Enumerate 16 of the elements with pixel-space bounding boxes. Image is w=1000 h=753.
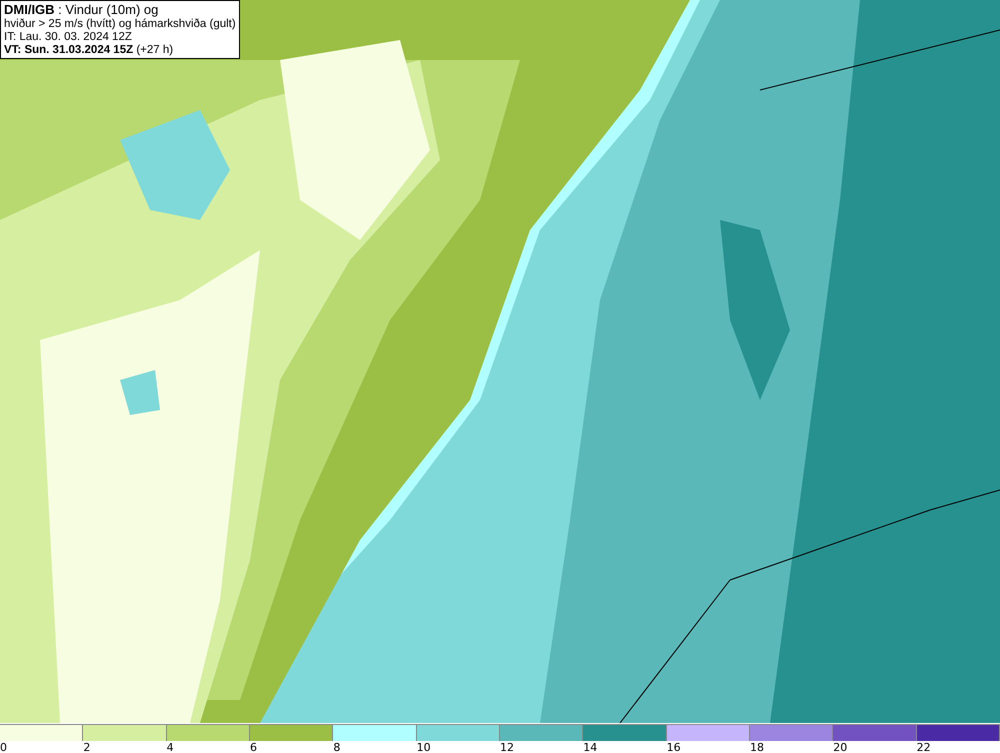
title-line: VT: Sun. 31.03.2024 15Z (+27 h) [4, 44, 174, 57]
legend-label: 18 [750, 741, 764, 753]
legend-label: 14 [583, 741, 598, 753]
legend-label: 2 [83, 741, 90, 753]
title-line: DMI/IGB : Vindur (10m) og [4, 2, 160, 18]
legend-label: 20 [833, 741, 848, 753]
legend-label: 4 [166, 741, 174, 753]
legend-label: 16 [666, 741, 681, 753]
title-line: IT: Lau. 30. 03. 2024 12Z [4, 31, 133, 44]
legend-label: 0 [0, 741, 7, 753]
title-line: hviður > 25 m/s (hvítt) og hámarkshviða (gult) [4, 18, 236, 31]
legend-label: 10 [416, 741, 431, 753]
legend-label: 12 [500, 741, 514, 753]
legend-label: 6 [250, 741, 257, 753]
legend-label: 8 [333, 741, 340, 753]
legend-label: 22 [916, 741, 931, 753]
